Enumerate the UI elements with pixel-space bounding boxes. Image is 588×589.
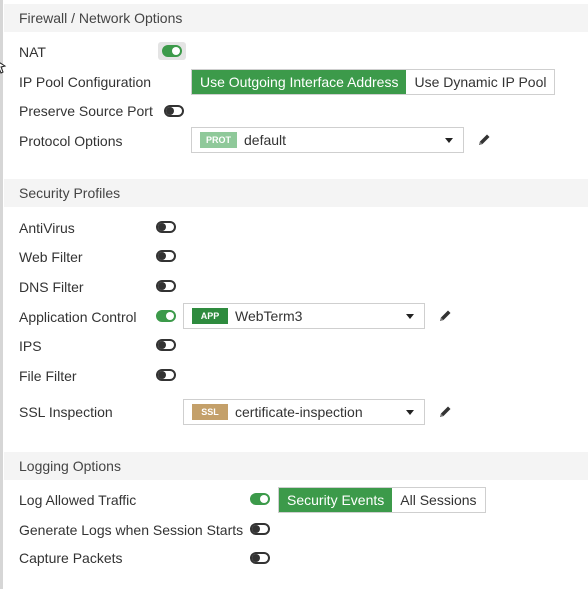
application-control-dropdown[interactable]: APP WebTerm3	[183, 303, 425, 329]
ssl-inspection-value: certificate-inspection	[235, 404, 363, 420]
section-header-logging: Logging Options	[4, 452, 588, 480]
protocol-options-dropdown[interactable]: PROT default	[191, 127, 464, 153]
ip-pool-label: IP Pool Configuration	[19, 74, 152, 90]
log-option-security-events[interactable]: Security Events	[279, 488, 393, 512]
pencil-icon[interactable]	[437, 404, 453, 420]
dns-filter-label: DNS Filter	[19, 279, 84, 295]
generate-logs-toggle[interactable]	[250, 523, 270, 535]
preserve-source-port-toggle[interactable]	[164, 105, 184, 117]
web-filter-label: Web Filter	[19, 249, 83, 265]
ssl-badge: SSL	[192, 404, 228, 420]
protocol-options-label: Protocol Options	[19, 133, 123, 149]
file-filter-label: File Filter	[19, 368, 77, 384]
log-allowed-traffic-label: Log Allowed Traffic	[19, 492, 137, 508]
ssl-inspection-label: SSL Inspection	[19, 404, 113, 420]
ips-toggle[interactable]	[156, 339, 176, 351]
log-allowed-traffic-toggle[interactable]	[250, 493, 270, 505]
application-control-value: WebTerm3	[235, 308, 303, 324]
dns-filter-toggle[interactable]	[156, 280, 176, 292]
capture-packets-toggle[interactable]	[250, 552, 270, 564]
antivirus-toggle[interactable]	[156, 221, 176, 233]
preserve-source-port-label: Preserve Source Port	[19, 103, 153, 119]
chevron-down-icon	[406, 314, 414, 319]
left-border	[0, 0, 3, 589]
section-header-security: Security Profiles	[4, 179, 588, 207]
ip-pool-segmented[interactable]: Use Outgoing Interface Address Use Dynam…	[191, 69, 556, 95]
protocol-badge: PROT	[200, 132, 238, 148]
application-control-toggle[interactable]	[156, 310, 176, 322]
protocol-options-value: default	[244, 132, 287, 148]
log-option-all-sessions[interactable]: All Sessions	[392, 488, 484, 512]
app-badge: APP	[192, 308, 228, 324]
application-control-label: Application Control	[19, 309, 137, 325]
chevron-down-icon	[445, 138, 453, 143]
file-filter-toggle[interactable]	[156, 369, 176, 381]
nat-label: NAT	[19, 44, 46, 60]
mouse-cursor-icon	[0, 62, 7, 74]
nat-toggle[interactable]	[162, 45, 182, 57]
ip-pool-option-dynamic[interactable]: Use Dynamic IP Pool	[406, 70, 554, 94]
log-options-segmented[interactable]: Security Events All Sessions	[278, 487, 486, 513]
ssl-inspection-dropdown[interactable]: SSL certificate-inspection	[183, 399, 425, 425]
antivirus-label: AntiVirus	[19, 220, 75, 236]
capture-packets-label: Capture Packets	[19, 550, 123, 566]
pencil-icon[interactable]	[476, 132, 492, 148]
chevron-down-icon	[406, 410, 414, 415]
web-filter-toggle[interactable]	[156, 250, 176, 262]
generate-logs-label: Generate Logs when Session Starts	[19, 522, 244, 538]
ips-label: IPS	[19, 338, 42, 354]
pencil-icon[interactable]	[437, 308, 453, 324]
ip-pool-option-outgoing[interactable]: Use Outgoing Interface Address	[192, 70, 407, 94]
section-header-firewall: Firewall / Network Options	[4, 4, 588, 32]
nat-toggle-wrap[interactable]	[158, 42, 186, 60]
